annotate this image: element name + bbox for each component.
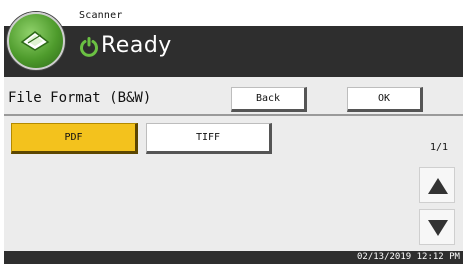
app-name: Scanner xyxy=(79,10,123,21)
page-title: File Format (B&W) xyxy=(8,90,152,106)
scroll-up-button[interactable] xyxy=(419,167,455,203)
scanner-icon[interactable] xyxy=(7,12,65,70)
status-text: Ready xyxy=(101,33,172,58)
page-indicator: 1/1 xyxy=(430,142,449,153)
back-button[interactable]: Back xyxy=(231,87,307,112)
arrow-up-icon xyxy=(428,178,448,194)
title-row: File Format (B&W) Back OK xyxy=(4,84,463,116)
format-pdf-button[interactable]: PDF xyxy=(11,123,138,154)
datetime: 02/13/2019 12:12 PM xyxy=(357,252,460,262)
scanner-screen: Scanner Ready File Format (B&W) Back OK … xyxy=(4,2,463,264)
scroll-down-button[interactable] xyxy=(419,209,455,245)
header-bar: Scanner Ready xyxy=(4,2,463,77)
format-tiff-button[interactable]: TIFF xyxy=(146,123,272,154)
ready-power-icon xyxy=(79,37,99,57)
footer-bar: 02/13/2019 12:12 PM xyxy=(4,251,463,264)
ok-button[interactable]: OK xyxy=(347,87,423,112)
arrow-down-icon xyxy=(428,220,448,236)
header-top-strip xyxy=(4,2,463,26)
